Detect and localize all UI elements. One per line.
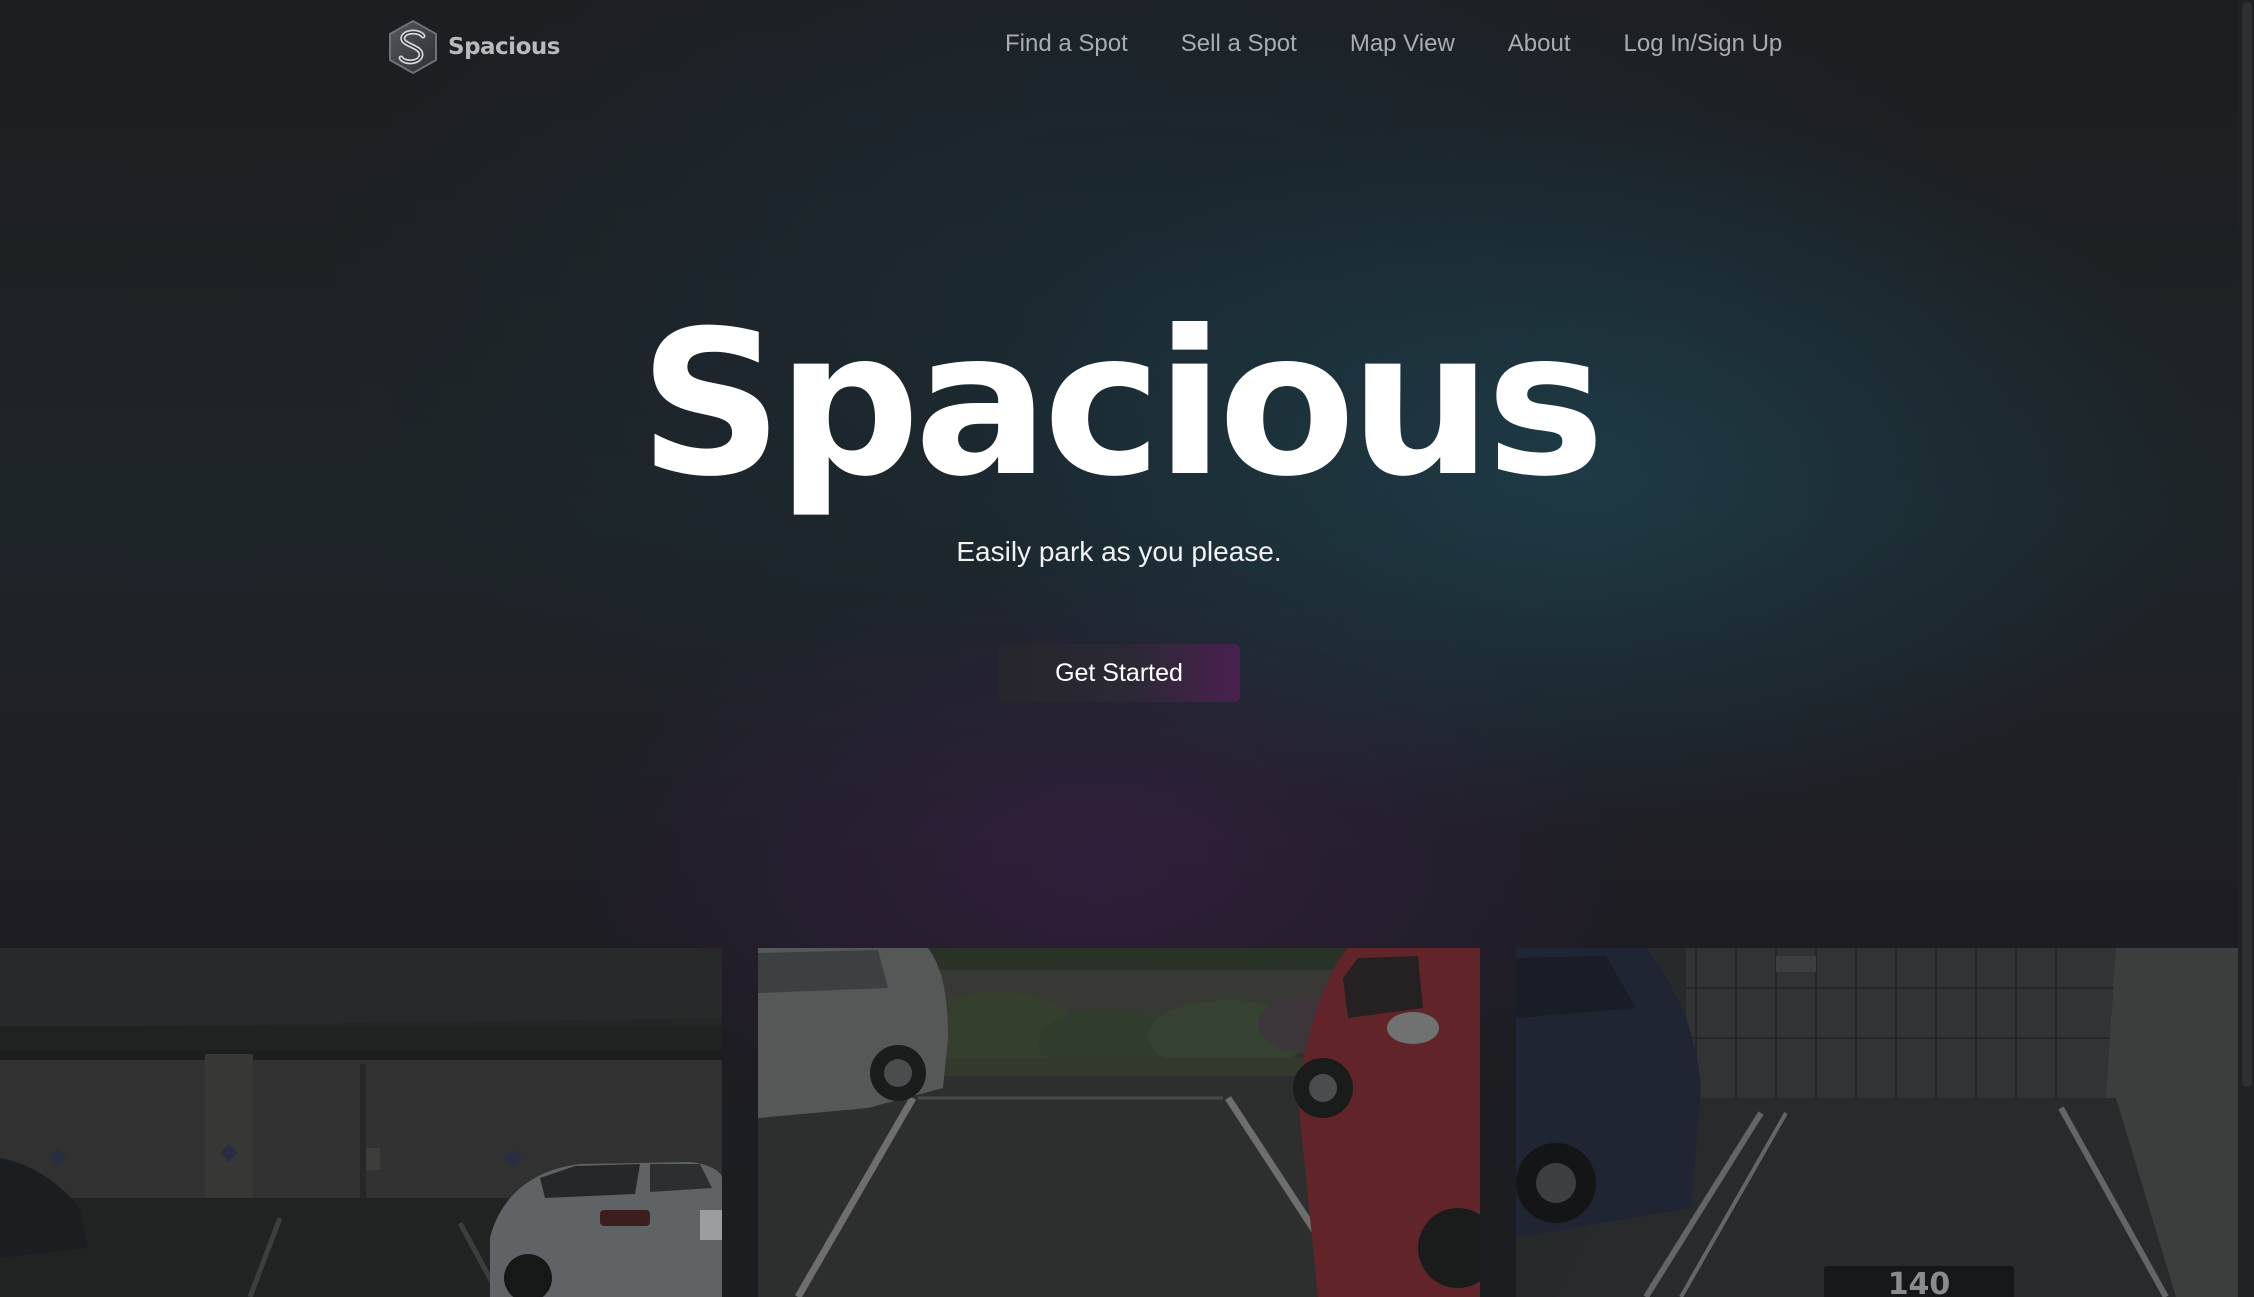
hero-subtitle: Easily park as you please. [956,536,1282,567]
brand-name: Spacious [448,34,560,60]
nav-link-map-view[interactable]: Map View [1350,30,1455,58]
parking-photo-gallery: 140 [0,948,2238,1297]
spacious-logo-icon [389,19,437,75]
nav-link-about[interactable]: About [1508,30,1571,58]
scrollbar-thumb[interactable] [2242,2,2252,1087]
nav-link-sell-a-spot[interactable]: Sell a Spot [1181,30,1297,58]
landing-page: Spacious Find a Spot Sell a Spot Map Vie… [0,0,2254,1297]
top-nav: Spacious Find a Spot Sell a Spot Map Vie… [0,0,2238,94]
get-started-button[interactable]: Get Started [998,644,1240,702]
nav-links: Find a Spot Sell a Spot Map View About L… [1005,30,1782,58]
parking-photo-garage [0,948,722,1297]
brand-home-link[interactable]: Spacious [384,19,560,75]
hero-title: Spacious [638,288,1605,521]
parking-photo-outdoor [758,948,1480,1297]
parking-photo-stall: 140 [1516,948,2238,1297]
page-scrollbar[interactable] [2238,0,2254,1297]
nav-link-login-signup[interactable]: Log In/Sign Up [1624,30,1783,58]
nav-link-find-a-spot[interactable]: Find a Spot [1005,30,1128,58]
